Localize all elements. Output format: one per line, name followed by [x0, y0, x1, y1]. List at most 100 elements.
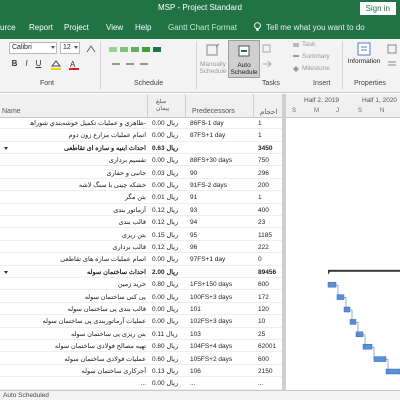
- task-bar[interactable]: [327, 281, 337, 288]
- duration-cell[interactable]: ریال 0.00: [151, 118, 186, 129]
- table-row[interactable]: عملیات فولادی ساختمان سوله ریال 0.60 105FS…: [0, 354, 282, 365]
- cost-cell[interactable]: 172: [258, 292, 282, 303]
- predecessors-cell[interactable]: 93: [190, 205, 254, 216]
- duration-cell[interactable]: ریال 0.00: [151, 254, 186, 265]
- summary-bar[interactable]: [328, 269, 400, 272]
- predecessors-cell[interactable]: 1FS+150 days: [190, 279, 254, 290]
- task-name-cell[interactable]: اتمام عملیات سازه های تقاطعی: [30, 254, 148, 265]
- cost-cell[interactable]: 120: [258, 304, 282, 315]
- font-size-dropdown[interactable]: 12: [60, 42, 80, 54]
- duration-cell[interactable]: ریال 0.00: [151, 292, 186, 303]
- predecessors-cell[interactable]: 91: [190, 192, 254, 203]
- duration-cell[interactable]: ریال 0.00: [151, 304, 186, 315]
- task-name-cell[interactable]: خرید زمین: [30, 279, 148, 290]
- table-row[interactable]: قالب بندی ریال 0.12 94 23: [0, 217, 282, 229]
- predecessors-cell[interactable]: [190, 267, 254, 278]
- duration-cell[interactable]: ریال 0.80: [151, 341, 186, 352]
- cost-cell[interactable]: 1: [258, 118, 282, 129]
- task-name-cell[interactable]: آرماتور بندی: [30, 205, 148, 216]
- column-header-duration[interactable]: مبلغ پیمان: [148, 94, 186, 118]
- font-color-icon[interactable]: A: [68, 59, 80, 71]
- sign-in-button[interactable]: Sign in: [359, 2, 396, 15]
- cost-cell[interactable]: 222: [258, 242, 282, 253]
- tab-project[interactable]: Project: [64, 23, 89, 32]
- predecessors-cell[interactable]: [190, 143, 254, 154]
- table-row[interactable]: قالب برداری ریال 0.12 96 222: [0, 242, 282, 254]
- tab-gantt-chart-format[interactable]: Gantt Chart Format: [168, 23, 237, 32]
- cost-cell[interactable]: 62001: [258, 341, 282, 352]
- dependency-link[interactable]: [372, 346, 375, 360]
- duration-cell[interactable]: ریال 0.00: [151, 316, 186, 327]
- column-header-cost[interactable]: احجام: [254, 94, 282, 118]
- task-name-cell[interactable]: جانبی و حفاری: [30, 168, 148, 179]
- link-tasks-icon[interactable]: [110, 59, 155, 69]
- inspect-icon[interactable]: [262, 44, 272, 54]
- task-name-cell[interactable]: تقسیم برداری: [30, 155, 148, 166]
- predecessors-cell[interactable]: 91FS-2 days: [190, 180, 254, 191]
- predecessors-cell[interactable]: ...: [190, 378, 254, 389]
- table-row[interactable]: جانبی و حفاری ریال 0.03 90 296: [0, 168, 282, 179]
- duration-cell[interactable]: ریال 0.12: [151, 242, 186, 253]
- predecessors-cell[interactable]: 103: [190, 329, 254, 340]
- task-name-cell[interactable]: تهیه مصالح فولادی ساختمان سوله: [30, 341, 148, 352]
- predecessors-cell[interactable]: 96: [190, 242, 254, 253]
- table-row[interactable]: خشکه چینی با سنگ لاشه ریال 0.00 91FS-2 day…: [0, 180, 282, 192]
- table-row[interactable]: بتن ریزی پی ساختمان سوله ریال 0.11 103 25: [0, 329, 282, 340]
- predecessors-cell[interactable]: 104FS+4 days: [190, 341, 254, 352]
- duration-cell[interactable]: ریال 0.80: [151, 279, 186, 290]
- task-name-cell[interactable]: عملیات فولادی ساختمان سوله: [30, 354, 148, 365]
- cost-cell[interactable]: 2150: [258, 366, 282, 377]
- task-button[interactable]: Task: [302, 41, 315, 48]
- duration-cell[interactable]: ریال 0.15: [151, 230, 186, 241]
- schedule-percent-icons[interactable]: [108, 44, 163, 54]
- table-row[interactable]: بتن مگر ریال 0.01 91 1: [0, 192, 282, 204]
- italic-button[interactable]: I: [22, 59, 31, 68]
- tab-report[interactable]: Report: [29, 23, 53, 32]
- predecessors-cell[interactable]: 100FS+3 days: [190, 292, 254, 303]
- bold-button[interactable]: B: [10, 59, 19, 68]
- predecessors-cell[interactable]: 101: [190, 304, 254, 315]
- duration-cell[interactable]: ریال 0.03: [151, 168, 186, 179]
- grow-font-icon[interactable]: [86, 45, 96, 53]
- predecessors-cell[interactable]: 95: [190, 230, 254, 241]
- table-row[interactable]: تقسیم برداری ریال 0.00 88FS+30 days 750: [0, 155, 282, 167]
- duration-cell[interactable]: ریال 0.00: [151, 155, 186, 166]
- duration-cell[interactable]: ریال 0.13: [151, 366, 186, 377]
- predecessors-cell[interactable]: 88FS+30 days: [190, 155, 254, 166]
- duration-cell[interactable]: ریال 0.12: [151, 217, 186, 228]
- auto-schedule-button[interactable]: Auto Schedule: [228, 40, 260, 78]
- column-header-predecessors[interactable]: Predecessors: [186, 94, 254, 118]
- font-name-dropdown[interactable]: Calibri: [9, 42, 57, 54]
- table-row[interactable]: اتمام عملیات مزارع زون دوم ریال 0.00 87FS+…: [0, 130, 282, 142]
- predecessors-cell[interactable]: 87FS+1 day: [190, 130, 254, 141]
- duration-cell[interactable]: ریال 0.12: [151, 205, 186, 216]
- task-name-cell[interactable]: قالب برداری: [30, 242, 148, 253]
- cost-cell[interactable]: 89456: [258, 267, 282, 278]
- duration-cell[interactable]: ریال 0.01: [151, 192, 186, 203]
- cost-cell[interactable]: 10: [258, 316, 282, 327]
- summary-button[interactable]: Summary: [302, 53, 330, 60]
- duration-cell[interactable]: ریال 0.00: [151, 180, 186, 191]
- cost-cell[interactable]: 1: [258, 130, 282, 141]
- table-row[interactable]: آجرکاری ساختمان سوله ریال 0.13 106 2150: [0, 366, 282, 378]
- cost-cell[interactable]: 600: [258, 354, 282, 365]
- milestone-button[interactable]: Milestone: [302, 65, 330, 72]
- cost-cell[interactable]: 3450: [258, 143, 282, 154]
- task-name-cell[interactable]: قالب بندی پی ساختمان سوله: [30, 304, 148, 315]
- task-bar[interactable]: [373, 356, 387, 362]
- duration-cell[interactable]: ریال 0.00: [151, 378, 186, 389]
- duration-cell[interactable]: ریال 0.11: [151, 329, 186, 340]
- underline-button[interactable]: U: [34, 59, 43, 68]
- task-name-cell[interactable]: بتن ریزی: [30, 230, 148, 241]
- column-header-name[interactable]: Name: [0, 94, 148, 118]
- fill-color-icon[interactable]: [50, 59, 62, 71]
- task-name-cell[interactable]: ...: [30, 378, 148, 389]
- table-row[interactable]: احداث ساختمان سوله ریال 2.00 89456: [0, 267, 282, 278]
- cost-cell[interactable]: ...: [258, 378, 282, 389]
- information-button[interactable]: Information: [344, 40, 384, 78]
- table-row[interactable]: تهیه مصالح فولادی ساختمان سوله ریال 0.80 1…: [0, 341, 282, 353]
- cost-cell[interactable]: 750: [258, 155, 282, 166]
- task-name-cell[interactable]: پی کنی ساختمان سوله: [30, 292, 148, 303]
- task-bar[interactable]: [362, 343, 373, 350]
- tab-resource[interactable]: urce: [0, 23, 16, 32]
